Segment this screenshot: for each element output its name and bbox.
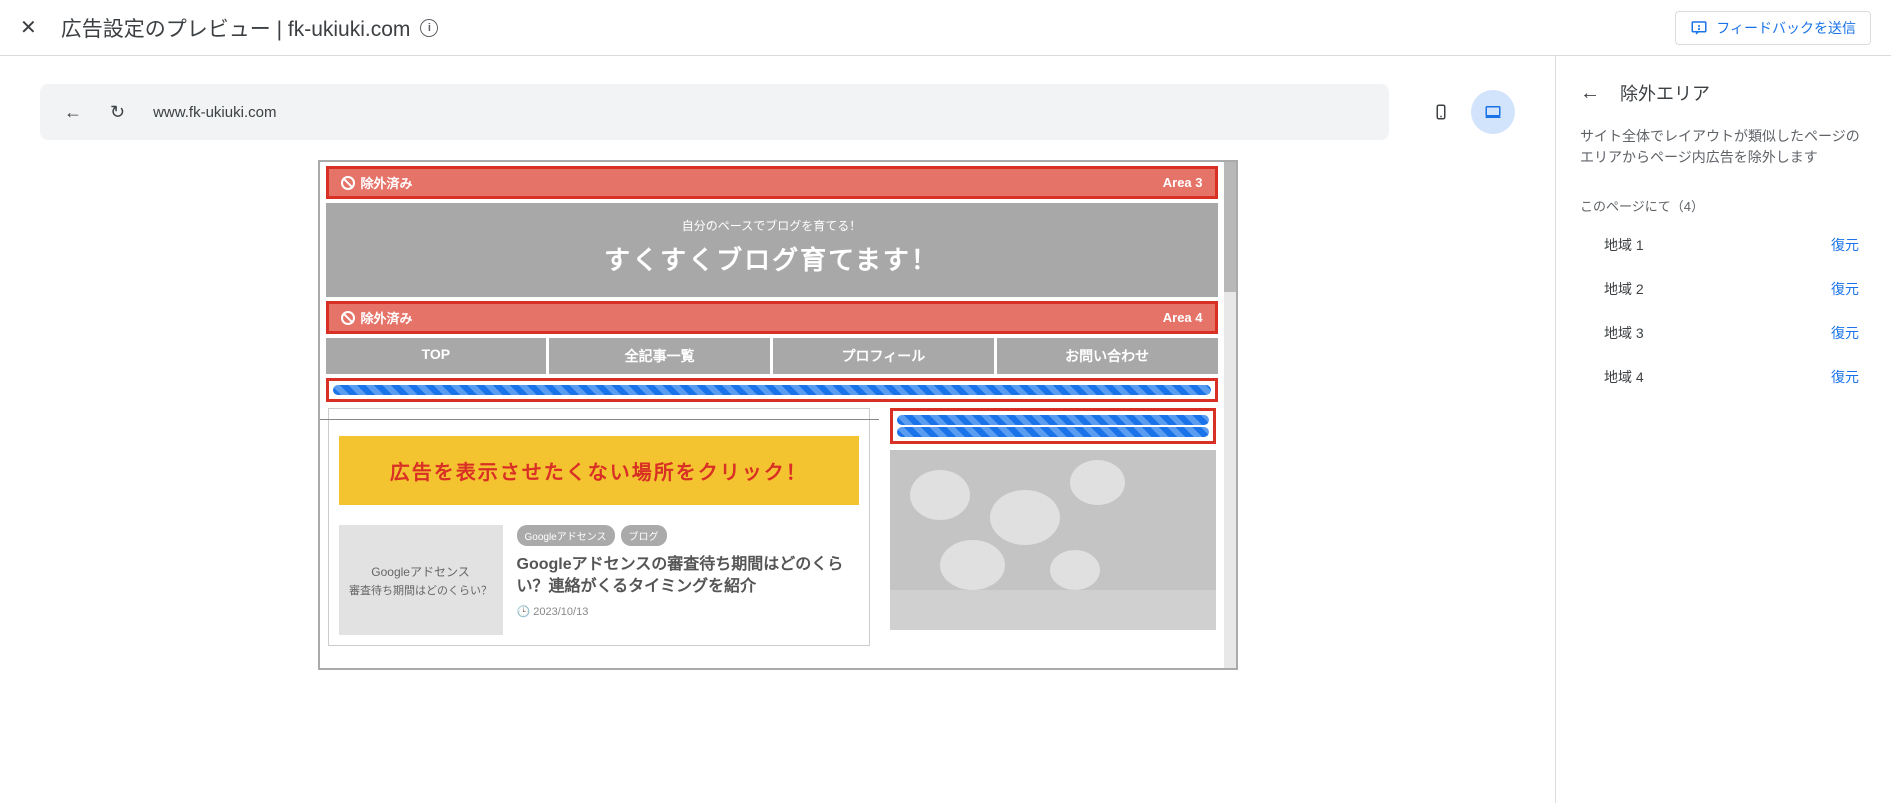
ad-slot[interactable] bbox=[326, 378, 1218, 402]
site-nav: TOP 全記事一覧 プロフィール お問い合わせ bbox=[326, 338, 1218, 374]
feedback-button[interactable]: フィードバックを送信 bbox=[1675, 11, 1871, 45]
hero-title: すくすくブログ育てます！ bbox=[326, 240, 1218, 277]
preview-area: ← ↻ www.fk-ukiuki.com 除外済み Area 3 bbox=[0, 56, 1555, 803]
article-thumbnail: Googleアドセンス 審査待ち期間はどのくらい？ bbox=[339, 525, 503, 635]
nav-item-all[interactable]: 全記事一覧 bbox=[549, 338, 770, 374]
article-date: 🕒 2023/10/13 bbox=[517, 605, 860, 618]
area-row: 地域 3 復元 bbox=[1580, 311, 1867, 355]
close-icon[interactable]: ✕ bbox=[20, 15, 37, 40]
hero-section: 自分のペースでブログを育てる！ すくすくブログ育てます！ bbox=[326, 203, 1218, 297]
hero-subtitle: 自分のペースでブログを育てる！ bbox=[326, 217, 1218, 234]
prohibit-icon bbox=[341, 311, 355, 325]
feedback-label: フィードバックを送信 bbox=[1716, 18, 1856, 38]
desktop-icon bbox=[1484, 103, 1502, 121]
restore-link[interactable]: 復元 bbox=[1831, 235, 1859, 255]
restore-link[interactable]: 復元 bbox=[1831, 323, 1859, 343]
scrollbar[interactable] bbox=[1224, 162, 1236, 668]
main-column: 広告を表示させたくない場所をクリック！ Googleアドセンス 審査待ち期間はど… bbox=[328, 408, 871, 646]
url-bar: ← ↻ www.fk-ukiuki.com bbox=[40, 84, 1389, 140]
nav-item-profile[interactable]: プロフィール bbox=[773, 338, 994, 374]
info-icon[interactable]: i bbox=[420, 19, 438, 37]
restore-link[interactable]: 復元 bbox=[1831, 367, 1859, 387]
page-title: 広告設定のプレビュー | fk-ukiuki.com bbox=[61, 13, 411, 43]
tag[interactable]: ブログ bbox=[621, 525, 667, 546]
nav-item-contact[interactable]: お問い合わせ bbox=[997, 338, 1218, 374]
top-bar: ✕ 広告設定のプレビュー | fk-ukiuki.com i フィードバックを送… bbox=[0, 0, 1891, 56]
nav-item-top[interactable]: TOP bbox=[326, 338, 547, 374]
panel-description: サイト全体でレイアウトが類似したページのエリアからページ内広告を除外します bbox=[1580, 126, 1867, 168]
instruction-banner: 広告を表示させたくない場所をクリック！ bbox=[339, 436, 860, 505]
panel-title: 除外エリア bbox=[1620, 80, 1710, 106]
device-mobile-button[interactable] bbox=[1419, 90, 1463, 134]
panel-count-label: このページにて（4） bbox=[1580, 196, 1867, 215]
reload-icon[interactable]: ↻ bbox=[110, 102, 125, 123]
excluded-area-banner[interactable]: 除外済み Area 3 bbox=[326, 166, 1218, 199]
article-title: Googleアドセンスの審査待ち期間はどのくらい？連絡がくるタイミングを紹介 bbox=[517, 554, 860, 599]
excluded-area-banner[interactable]: 除外済み Area 4 bbox=[326, 301, 1218, 334]
feedback-icon bbox=[1690, 19, 1708, 37]
restore-link[interactable]: 復元 bbox=[1831, 279, 1859, 299]
back-arrow-icon[interactable]: ← bbox=[1580, 82, 1600, 105]
area-row: 地域 2 復元 bbox=[1580, 267, 1867, 311]
url-text: www.fk-ukiuki.com bbox=[153, 104, 276, 121]
site-preview-frame: 除外済み Area 3 自分のペースでブログを育てる！ すくすくブログ育てます！… bbox=[318, 160, 1238, 670]
article-item[interactable]: Googleアドセンス 審査待ち期間はどのくらい？ Googleアドセンス ブロ… bbox=[339, 525, 860, 635]
back-icon[interactable]: ← bbox=[64, 102, 82, 123]
area-row: 地域 1 復元 bbox=[1580, 223, 1867, 267]
prohibit-icon bbox=[341, 176, 355, 190]
sidebar-image bbox=[890, 450, 1215, 630]
device-desktop-button[interactable] bbox=[1471, 90, 1515, 134]
mobile-icon bbox=[1432, 103, 1450, 121]
tag[interactable]: Googleアドセンス bbox=[517, 525, 615, 546]
sidebar-column bbox=[890, 408, 1215, 646]
exclusion-panel: ← 除外エリア サイト全体でレイアウトが類似したページのエリアからページ内広告を… bbox=[1555, 56, 1891, 803]
ad-slot[interactable] bbox=[890, 408, 1215, 444]
area-row: 地域 4 復元 bbox=[1580, 355, 1867, 399]
